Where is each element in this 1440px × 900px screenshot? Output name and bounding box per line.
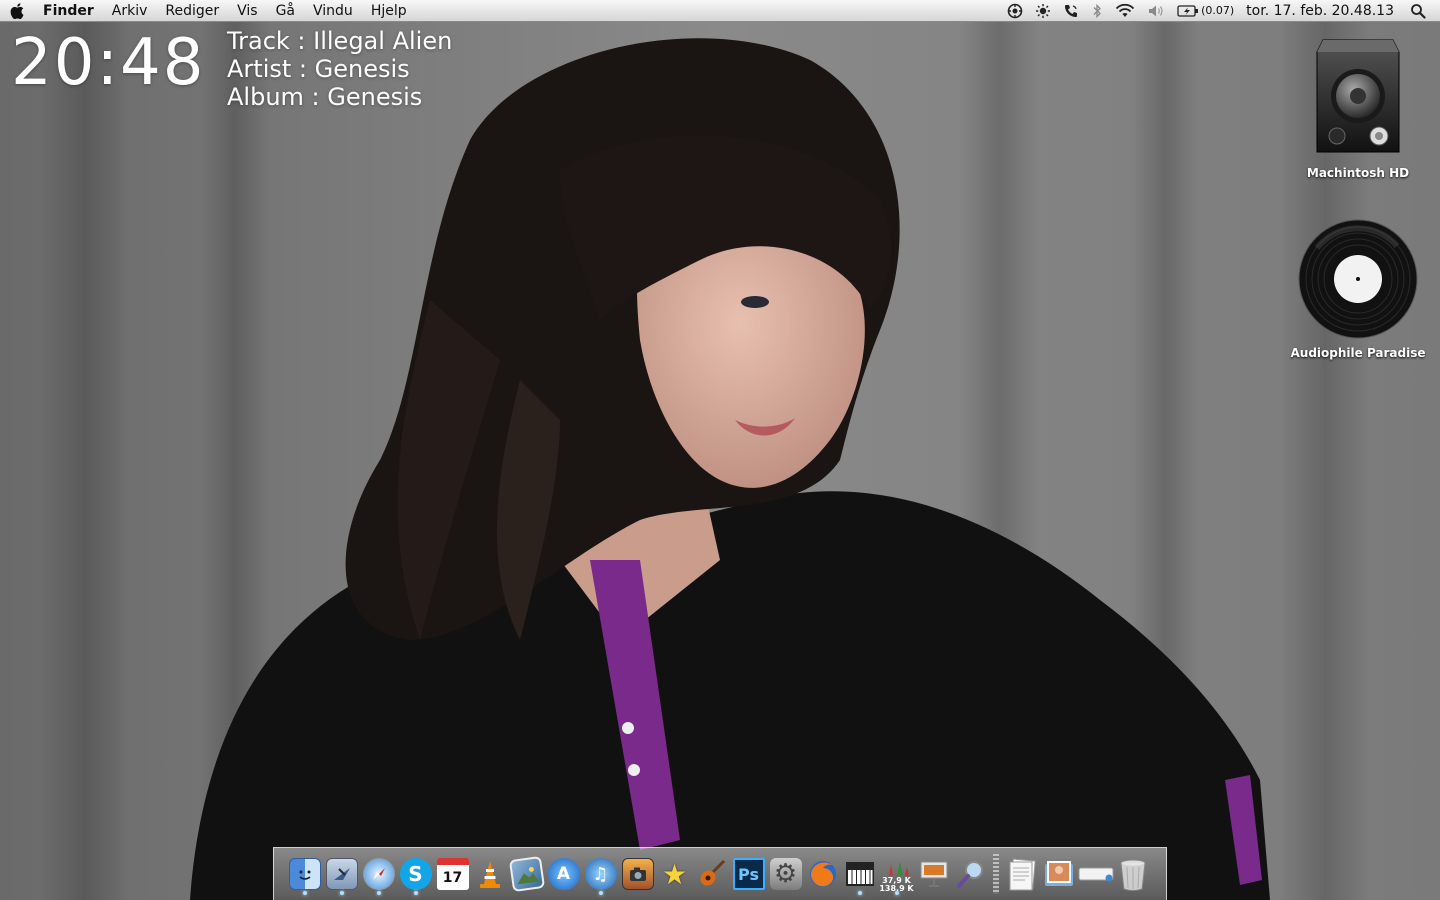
artist-line: Artist : Genesis [227,55,410,83]
dock-item-trash[interactable] [1114,852,1151,896]
dock-stack-documents[interactable] [1003,852,1040,896]
running-indicator [376,891,381,895]
dock-item-itunes[interactable]: ♫ [582,852,619,896]
vlc-icon [479,861,500,888]
dock-item-network-monitor[interactable]: 37,9 K 138,9 K [878,852,915,896]
dock-item-imovie[interactable]: ★ [656,852,693,896]
menu-vindu[interactable]: Vindu [304,0,362,22]
desktop-wallpaper [0,0,1440,900]
dock-item-skype[interactable]: S [397,852,434,896]
gear-icon: ⚙ [769,858,802,890]
running-indicator [598,891,603,895]
bluetooth-icon[interactable] [1085,0,1109,22]
camera-icon [621,858,654,890]
dock-item-garageband[interactable] [693,852,730,896]
dock-item-app-store[interactable]: A [545,852,582,896]
running-indicator [302,891,307,895]
desktop-icon-label: Machintosh HD [1306,166,1410,180]
dock-item-firefox[interactable] [804,852,841,896]
dock-item-safari[interactable] [360,852,397,896]
dock-item-mail[interactable] [323,852,360,896]
photos-icon [508,855,545,893]
battery-icon [1177,4,1199,17]
dock-item-keyboard[interactable] [841,852,878,896]
app-store-icon: A [547,858,580,890]
apple-logo-icon [10,2,24,19]
menu-app-finder[interactable]: Finder [34,0,103,22]
keynote-icon [920,861,947,887]
dock-item-system-preferences[interactable]: ⚙ [767,852,804,896]
dock-item-keynote[interactable] [915,852,952,896]
photoshop-icon: Ps [732,858,765,890]
desktop-icon-label: Audiophile Paradise [1290,346,1426,360]
running-indicator [413,891,418,895]
dock-stack-drive[interactable] [1077,852,1114,896]
vinyl-disc-icon [1298,219,1418,339]
battery-status[interactable]: (0.07) [1171,0,1240,22]
menu-hjelp[interactable]: Hjelp [362,0,416,22]
desktop-clock: 20:48 [11,26,206,100]
spotlight-search[interactable] [1404,0,1432,22]
volume-icon[interactable] [1141,0,1171,22]
pictures-stack-icon [1044,861,1073,886]
guitar-icon [699,859,725,886]
menu-ga[interactable]: Gå [267,0,304,22]
dock-item-vlc[interactable] [471,852,508,896]
magnifier-icon [956,861,983,888]
menu-arkiv[interactable]: Arkiv [103,0,157,22]
battery-text: (0.07) [1201,4,1235,17]
desktop-icon-machintosh-hd[interactable]: Machintosh HD [1288,34,1428,180]
safari-icon [362,858,395,890]
running-indicator [339,891,344,895]
running-indicator [894,891,899,895]
desktop-icon-audiophile-paradise[interactable]: Audiophile Paradise [1288,218,1428,360]
dock-item-photoshop[interactable]: Ps [730,852,767,896]
menu-vis[interactable]: Vis [228,0,266,22]
menu-bar: Finder Arkiv Rediger Vis Gå Vindu Hjelp … [0,0,1440,22]
hard-drive-icon [1316,39,1400,153]
phone-icon[interactable] [1057,0,1085,22]
now-playing-widget: Track : Illegal Alien Artist : Genesis A… [227,27,452,111]
drive-stack-icon [1078,867,1113,882]
sync-icon[interactable] [1001,0,1029,22]
star-icon: ★ [661,857,688,891]
track-line: Track : Illegal Alien [227,27,453,55]
finder-icon [288,858,321,890]
dock-item-ical[interactable]: 17 [434,852,471,896]
dock-item-iphoto[interactable] [508,852,545,896]
running-indicator [857,891,862,895]
dock-stack-pictures[interactable] [1040,852,1077,896]
dock-item-preview[interactable] [952,852,989,896]
trash-icon [1120,859,1145,891]
album-line: Album : Genesis [227,83,423,111]
wifi-icon[interactable] [1109,0,1141,22]
mail-icon [325,858,358,890]
apple-menu[interactable] [0,2,34,19]
calendar-icon: 17 [436,858,469,890]
itunes-icon: ♫ [584,858,617,890]
skype-icon: S [399,858,432,890]
firefox-icon [809,861,836,887]
dock-separator [993,854,999,894]
search-icon [1411,3,1426,19]
dock-item-finder[interactable] [286,852,323,896]
menu-rediger[interactable]: Rediger [156,0,228,22]
dock-item-image-capture[interactable] [619,852,656,896]
dock: S 17 A ♫ ★ Ps ⚙ 37,9 K 138,9 K [273,847,1167,900]
brightness-icon[interactable] [1029,0,1057,22]
menu-clock[interactable]: tor. 17. feb. 20.48.13 [1240,3,1404,19]
menu-extras: (0.07) tor. 17. feb. 20.48.13 [1001,0,1440,22]
documents-stack-icon [1009,858,1036,891]
piano-icon [845,862,874,886]
